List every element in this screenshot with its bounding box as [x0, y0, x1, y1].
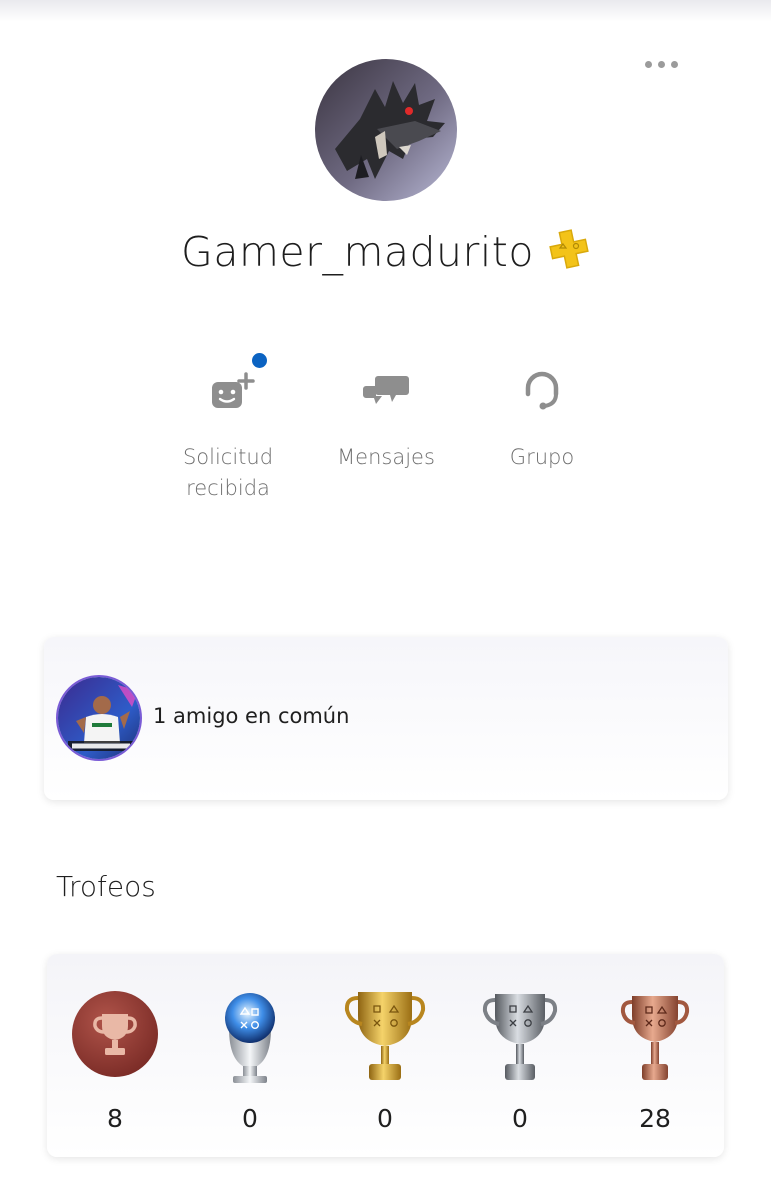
party-button[interactable]: Grupo — [467, 350, 617, 473]
platinum-count: 0 — [242, 1104, 258, 1133]
more-options-button[interactable] — [636, 52, 686, 76]
more-dot-icon — [670, 60, 678, 68]
more-dot-icon — [644, 60, 652, 68]
trophy-level-count: 8 — [107, 1104, 123, 1133]
trophies-title: Trofeos — [56, 870, 156, 903]
profile-actions: Solicitud recibida Mensajes Grupo — [0, 350, 771, 520]
profile-avatar[interactable] — [315, 59, 457, 201]
mutual-friends-card[interactable]: 1 amigo en común — [44, 637, 728, 800]
days-of-play-avatar-icon — [58, 677, 140, 759]
dragon-avatar-icon — [315, 59, 457, 201]
trophies-card[interactable]: 8 0 0 0 28 — [47, 954, 724, 1157]
top-bar-shadow — [0, 0, 771, 22]
more-dot-icon — [657, 60, 665, 68]
friend-request-icon — [212, 372, 255, 408]
trophy-level-icon — [72, 991, 158, 1077]
friend-request-label: Solicitud recibida — [153, 442, 303, 504]
bronze-trophy-icon — [620, 996, 690, 1080]
party-label: Grupo — [509, 445, 575, 469]
notification-dot — [252, 353, 267, 368]
messages-label: Mensajes — [337, 445, 435, 469]
trophy-platinum: 0 — [190, 954, 310, 1157]
trophy-level: 8 — [55, 954, 175, 1157]
gold-count: 0 — [377, 1104, 393, 1133]
friend-request-label-line1: Solicitud — [182, 445, 274, 469]
playstation-plus-icon — [549, 229, 589, 269]
trophy-silver: 0 — [460, 954, 580, 1157]
username-row: Gamer_madurito — [0, 222, 771, 282]
friend-request-label-line2: recibida — [186, 476, 270, 500]
trophy-bronze: 28 — [595, 954, 715, 1157]
party-icon-wrap — [467, 350, 617, 430]
messages-icon-wrap — [311, 350, 461, 430]
mutual-friends-text: 1 amigo en común — [153, 704, 350, 728]
platinum-trophy-icon — [225, 993, 275, 1083]
username: Gamer_madurito — [181, 228, 534, 276]
friend-request-button[interactable]: Solicitud recibida — [153, 350, 303, 504]
friend-request-icon-wrap — [153, 350, 303, 430]
messages-button[interactable]: Mensajes — [311, 350, 461, 473]
bronze-count: 28 — [639, 1104, 671, 1133]
silver-count: 0 — [512, 1104, 528, 1133]
mutual-friend-avatar — [56, 675, 142, 761]
trophy-gold: 0 — [325, 954, 445, 1157]
party-headset-icon — [525, 371, 559, 410]
silver-trophy-icon — [482, 994, 558, 1080]
gold-trophy-icon — [344, 992, 426, 1080]
messages-icon — [363, 376, 409, 404]
